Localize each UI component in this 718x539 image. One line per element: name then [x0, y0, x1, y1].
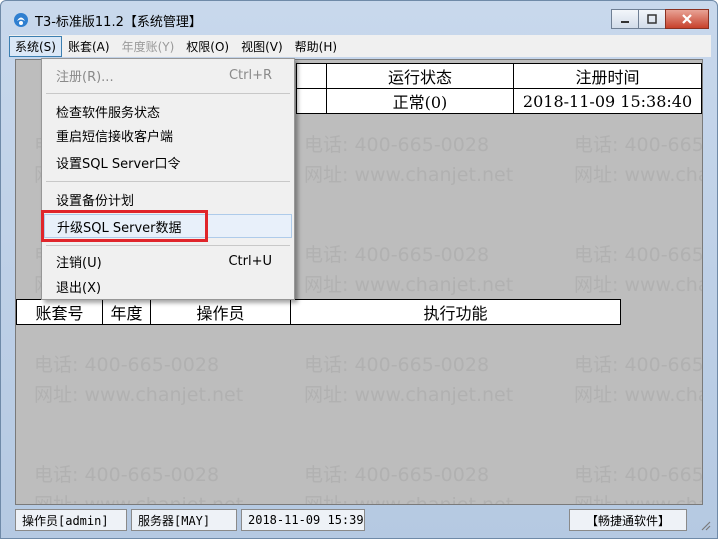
table-header-cell: 账套号 [16, 299, 103, 325]
status-bar: 操作员[admin] 服务器[MAY] 2018-11-09 15:39 【畅捷… [15, 507, 713, 533]
menu-separator [46, 245, 290, 246]
system-menu-dropdown: 注册(R)... Ctrl+R 检查软件服务状态 重启短信接收客户端 设置SQL… [41, 58, 295, 300]
menu-fiscal-year[interactable]: 年度账(Y) [116, 36, 181, 57]
maximize-button[interactable] [638, 9, 666, 29]
watermark-phone: 电话: 400-665-0028 [304, 464, 490, 486]
menu-account-set[interactable]: 账套(A) [62, 36, 116, 57]
menu-item-label: 检查软件服务状态 [56, 105, 161, 121]
watermark-site: 网址: www.chanjet.net [574, 494, 703, 505]
menu-item-restart-sms-client[interactable]: 重启短信接收客户端 [44, 123, 292, 147]
menu-item-label: 退出(X) [56, 280, 102, 296]
main-window: T3-标准版11.2【系统管理】 系统(S) 账套(A) 年度账(Y) 权限(O… [0, 0, 718, 539]
table-header-cell: 操作员 [150, 299, 291, 325]
menu-separator [46, 181, 290, 182]
watermark-site: 网址: www.chanjet.net [304, 164, 514, 186]
menu-item-shortcut: Ctrl+U [228, 253, 272, 269]
watermark-site: 网址: www.chanjet.net [304, 494, 514, 505]
menu-item-label: 设置备份计划 [56, 193, 135, 209]
table-header-cell: 注册时间 [513, 63, 702, 89]
watermark-site: 网址: www.chanjet.net [574, 274, 703, 296]
table-header-row: 账套号 年度 操作员 执行功能 [16, 299, 621, 325]
menu-system[interactable]: 系统(S) [9, 35, 62, 57]
watermark-phone: 电话: 400-665-0028 [304, 244, 490, 266]
watermark-phone: 电话: 400-665-0028 [574, 134, 703, 156]
status-spacer [369, 509, 565, 531]
menu-bar: 系统(S) 账套(A) 年度账(Y) 权限(O) 视图(V) 帮助(H) [9, 35, 711, 57]
menu-item-label: 设置SQL Server口令 [56, 156, 181, 172]
menu-item-logout[interactable]: 注销(U) Ctrl+U [44, 249, 292, 273]
table-cell: 2018-11-09 15:38:40 [513, 88, 702, 114]
title-bar[interactable]: T3-标准版11.2【系统管理】 [1, 1, 717, 35]
menu-item-exit[interactable]: 退出(X) [44, 274, 292, 298]
menu-item-register[interactable]: 注册(R)... Ctrl+R [44, 63, 292, 87]
close-button[interactable] [665, 9, 709, 29]
table-header-row: 运行状态 注册时间 [296, 63, 702, 89]
minimize-button[interactable] [611, 9, 639, 29]
maximize-icon [647, 14, 657, 24]
table-header-cell: 运行状态 [325, 63, 515, 89]
watermark-site: 网址: www.chanjet.net [304, 384, 514, 406]
window-title: T3-标准版11.2【系统管理】 [35, 15, 202, 30]
watermark-phone: 电话: 400-665-0028 [304, 354, 490, 376]
menu-permission[interactable]: 权限(O) [180, 36, 235, 57]
watermark-phone: 电话: 400-665-0028 [574, 244, 703, 266]
watermark-phone: 电话: 400-665-0028 [34, 354, 220, 376]
table-header-cell: 年度 [102, 299, 151, 325]
table-header-cell [296, 63, 327, 89]
watermark-phone: 电话: 400-665-0028 [304, 134, 490, 156]
menu-separator [46, 93, 290, 94]
status-time: 2018-11-09 15:39 [241, 509, 365, 531]
menu-help[interactable]: 帮助(H) [289, 36, 343, 57]
watermark-site: 网址: www.chanjet.net [34, 494, 244, 505]
operation-log-table: 账套号 年度 操作员 执行功能 [16, 299, 621, 325]
menu-item-backup-plan[interactable]: 设置备份计划 [44, 187, 292, 211]
watermark-phone: 电话: 400-665-0028 [574, 354, 703, 376]
watermark-phone: 电话: 400-665-0028 [574, 464, 703, 486]
watermark-site: 网址: www.chanjet.net [304, 274, 514, 296]
app-logo-icon [14, 13, 28, 27]
watermark-site: 网址: www.chanjet.net [34, 384, 244, 406]
menu-item-set-sql-password[interactable]: 设置SQL Server口令 [44, 150, 292, 174]
watermark-site: 网址: www.chanjet.net [574, 384, 703, 406]
table-cell [296, 88, 327, 114]
menu-item-shortcut: Ctrl+R [228, 67, 272, 83]
status-server: 服务器[MAY] [131, 509, 237, 531]
status-operator: 操作员[admin] [15, 509, 127, 531]
menu-item-check-service[interactable]: 检查软件服务状态 [44, 99, 292, 123]
watermark-site: 网址: www.chanjet.net [574, 164, 703, 186]
menu-item-label: 注销(U) [56, 255, 102, 271]
menu-item-label: 注册(R)... [56, 69, 114, 85]
status-brand: 【畅捷通软件】 [569, 509, 687, 531]
menu-view[interactable]: 视图(V) [235, 36, 289, 57]
menu-item-label: 重启短信接收客户端 [56, 129, 174, 145]
resize-grip-icon[interactable] [699, 519, 711, 531]
close-icon [682, 14, 692, 24]
table-row[interactable]: 正常(0) 2018-11-09 15:38:40 [296, 88, 702, 114]
minimize-icon [621, 21, 629, 23]
annotation-highlight-box [41, 210, 208, 242]
watermark-phone: 电话: 400-665-0028 [34, 464, 220, 486]
table-cell: 正常(0) [325, 88, 515, 114]
table-header-cell: 执行功能 [290, 299, 621, 325]
status-table: 运行状态 注册时间 正常(0) 2018-11-09 15:38:40 [296, 63, 702, 114]
